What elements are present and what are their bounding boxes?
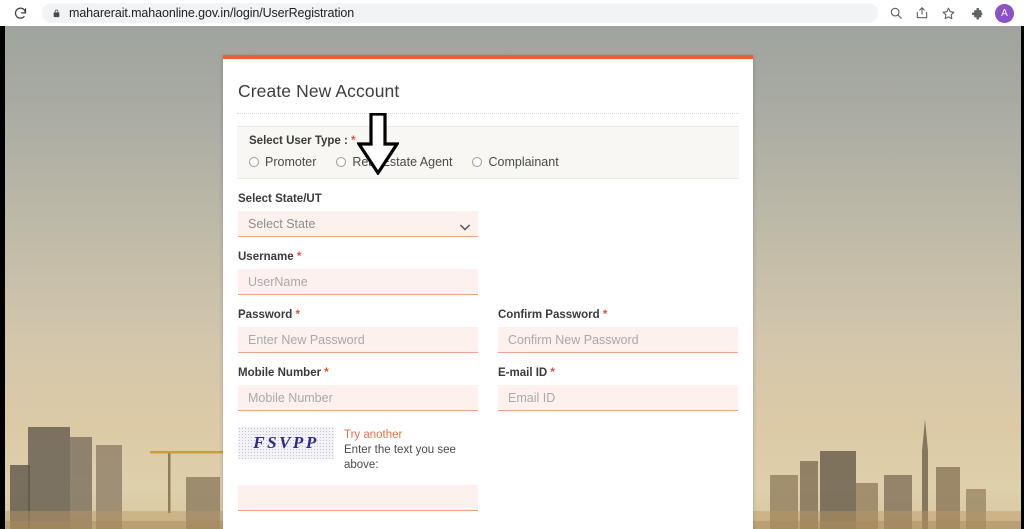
state-select-wrap: Select State [238, 211, 478, 237]
card-body: Create New Account Select User Type : * … [223, 59, 753, 529]
radio-option-complainant[interactable]: Complainant [472, 155, 559, 169]
password-input[interactable] [238, 327, 478, 353]
browser-toolbar-icons: A [964, 1, 1016, 25]
confirm-password-input[interactable] [498, 327, 738, 353]
search-icon[interactable] [884, 1, 908, 25]
extensions-puzzle-icon[interactable] [964, 1, 988, 25]
state-select[interactable]: Select State [238, 211, 478, 237]
registration-card: Create New Account Select User Type : * … [223, 55, 753, 529]
form-spacer [498, 193, 738, 237]
required-asterisk: * [296, 251, 302, 263]
required-asterisk: * [550, 367, 555, 379]
radio-label: Real Estate Agent [352, 155, 453, 169]
username-label: Username * [238, 251, 478, 263]
page-title: Create New Account [238, 81, 400, 101]
required-asterisk: * [351, 135, 356, 147]
user-type-radio-group: Promoter Real Estate Agent Complainant [249, 155, 727, 169]
address-bar[interactable]: maharerait.mahaonline.gov.in/login/UserR… [42, 3, 878, 23]
mobile-label-text: Mobile Number [238, 367, 322, 379]
required-asterisk: * [324, 367, 329, 379]
email-input[interactable] [498, 385, 738, 411]
page-viewport: Create New Account Select User Type : * … [0, 26, 1024, 529]
bookmark-star-icon[interactable] [936, 1, 960, 25]
captcha-image-text: FSVPP [253, 433, 319, 452]
radio-circle-icon[interactable] [472, 157, 483, 167]
field-state: Select State/UT Select State [238, 193, 478, 237]
required-asterisk: * [602, 309, 608, 321]
captcha-side: Try another Enter the text you see above… [344, 427, 464, 473]
registration-form: Select State/UT Select State Username * … [237, 193, 739, 529]
radio-label: Complainant [488, 155, 559, 169]
try-another-link[interactable]: Try another [344, 428, 464, 443]
field-password: Password * [238, 309, 478, 353]
lock-icon [52, 8, 61, 19]
viewport-left-border [0, 26, 5, 529]
field-confirm-password: Confirm Password * [498, 309, 738, 353]
form-row-username: Username * [238, 251, 738, 295]
captcha-section: FSVPP Try another Enter the text you see… [238, 427, 738, 473]
username-label-text: Username [238, 251, 294, 263]
captcha-hint-text: Enter the text you see above: [344, 444, 456, 471]
captcha-input-wrap [238, 485, 478, 511]
captcha-input[interactable] [238, 485, 478, 511]
form-row-contact: Mobile Number * E-mail ID * [238, 367, 738, 411]
field-mobile: Mobile Number * [238, 367, 478, 411]
required-asterisk: * [295, 309, 301, 321]
form-row-passwords: Password * Confirm Password * [238, 309, 738, 353]
mobile-input[interactable] [238, 385, 478, 411]
share-icon[interactable] [910, 1, 934, 25]
captcha-image: FSVPP [238, 427, 334, 459]
radio-option-real-estate-agent[interactable]: Real Estate Agent [336, 155, 452, 169]
field-username: Username * [238, 251, 478, 295]
confirm-password-label-text: Confirm Password [498, 309, 600, 321]
email-label-text: E-mail ID [498, 367, 548, 379]
mobile-label: Mobile Number * [238, 367, 478, 379]
reload-icon[interactable] [8, 1, 32, 25]
radio-circle-icon[interactable] [336, 157, 347, 167]
password-label-text: Password [238, 309, 293, 321]
user-type-panel: Select User Type : * Promoter Real Estat… [237, 126, 739, 179]
omnibox-actions [884, 1, 960, 25]
username-input[interactable] [238, 269, 478, 295]
user-type-label-text: Select User Type : [249, 135, 348, 147]
form-row-state: Select State/UT Select State [238, 193, 738, 237]
email-label: E-mail ID * [498, 367, 738, 379]
radio-label: Promoter [265, 155, 317, 169]
state-label: Select State/UT [238, 193, 322, 205]
user-type-label: Select User Type : * [249, 135, 727, 147]
password-label: Password * [238, 309, 478, 321]
url-text: maharerait.mahaonline.gov.in/login/UserR… [69, 6, 355, 20]
form-spacer [498, 251, 738, 295]
title-divider [237, 113, 739, 114]
browser-toolbar: maharerait.mahaonline.gov.in/login/UserR… [0, 0, 1024, 26]
profile-avatar[interactable]: A [995, 3, 1014, 23]
field-email: E-mail ID * [498, 367, 738, 411]
radio-option-promoter[interactable]: Promoter [249, 155, 316, 169]
confirm-password-label: Confirm Password * [498, 309, 738, 321]
radio-circle-icon[interactable] [249, 157, 259, 167]
